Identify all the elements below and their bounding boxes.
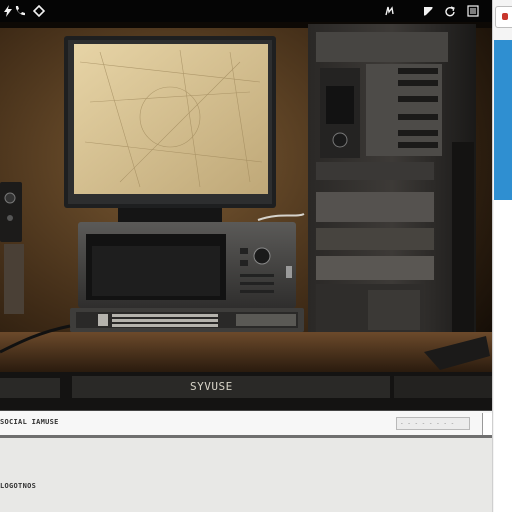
status-strip: SOCIAL IAMUSE - - - - - - - - bbox=[0, 410, 492, 438]
brand-text: SYVUSE bbox=[190, 380, 233, 393]
bottom-panel: LOGOTNOS bbox=[0, 438, 492, 512]
record-icon bbox=[502, 13, 508, 20]
status-input[interactable]: - - - - - - - - bbox=[396, 417, 470, 430]
phone-icon[interactable] bbox=[12, 3, 28, 19]
menu-icon[interactable] bbox=[465, 3, 481, 19]
diamond-icon[interactable] bbox=[31, 3, 47, 19]
bottom-label: LOGOTNOS bbox=[0, 482, 37, 490]
side-accent-bar bbox=[494, 40, 512, 200]
status-label: SOCIAL IAMUSE bbox=[0, 418, 59, 426]
top-toolbar bbox=[0, 0, 492, 22]
right-side-panel bbox=[492, 0, 512, 512]
arrow-icon[interactable] bbox=[420, 3, 436, 19]
cursor-icon[interactable] bbox=[381, 3, 397, 19]
side-blank-area bbox=[494, 200, 512, 512]
app-window: SYVUSE SOCIAL IAMUSE - - - - - - - - LOG… bbox=[0, 0, 512, 512]
refresh-icon[interactable] bbox=[442, 3, 458, 19]
image-viewer[interactable]: SYVUSE bbox=[0, 22, 492, 410]
status-end-cap bbox=[482, 413, 492, 435]
side-tab[interactable] bbox=[495, 6, 512, 28]
retro-computer-photo bbox=[0, 22, 492, 410]
